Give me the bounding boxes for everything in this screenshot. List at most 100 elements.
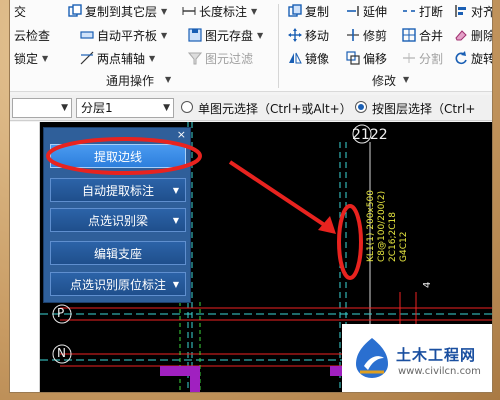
chevron-down-icon: ▼ (161, 6, 168, 16)
extend-icon (346, 4, 360, 18)
split-button[interactable]: 分割 (402, 49, 443, 67)
chevron-down-icon: ▼ (251, 6, 258, 16)
ribbon-item-label: 偏移 (363, 51, 388, 66)
button-label: 点选识别原位标注 (69, 277, 166, 292)
save-icon (188, 28, 202, 42)
side-mark: 4 (422, 281, 433, 288)
ribbon-item-label: 复制 (305, 4, 330, 19)
chevron-down-icon: ▼ (172, 279, 179, 289)
highlight-ellipse-overlay (46, 137, 202, 175)
chevron-down-icon: ▼ (172, 215, 179, 225)
break-icon (402, 4, 416, 18)
grid-label: 2122 (352, 127, 388, 143)
navigation-strip (10, 122, 40, 392)
beam-text: 2C16;2C18 (388, 212, 398, 262)
chevron-down-icon: ▼ (172, 185, 179, 195)
ribbon-item-label: 图元过滤 (205, 51, 254, 66)
axis-icon (80, 51, 94, 65)
ribbon-item-label: 复制到其它层 (85, 4, 158, 19)
extend-button[interactable]: 延伸 (346, 2, 387, 20)
ribbon-item-label: 旋转 (471, 51, 492, 66)
slab-icon (80, 28, 94, 42)
element-type-combo[interactable]: ▼ (12, 98, 72, 118)
pick-recognize-inplace-label-button[interactable]: 点选识别原位标注 ▼ (50, 272, 186, 296)
ribbon-item-label: 两点辅轴 (97, 51, 146, 66)
rotate-button[interactable]: 旋转 (454, 49, 492, 67)
chevron-down-icon: ▼ (161, 30, 168, 40)
group-label-modify: 修改 (372, 74, 397, 88)
ribbon-item-label: 图元存盘 (205, 28, 254, 43)
arrowhead (318, 216, 336, 234)
combo-value: 分层1 (81, 101, 113, 115)
pick-recognize-beam-button[interactable]: 点选识别梁 ▼ (50, 208, 186, 232)
ribbon-item-label: 长度标注 (199, 4, 248, 19)
auto-flush-slab-button[interactable]: 自动平齐板 ▼ (80, 26, 167, 44)
copy-button[interactable]: 复制 (288, 2, 329, 20)
ribbon-item-label: 分割 (419, 51, 444, 66)
single-element-radio-label: 单图元选择（Ctrl+或Alt+） (198, 102, 352, 116)
filter-icon (188, 51, 202, 65)
ribbon-item-label: 移动 (305, 28, 330, 43)
align-button[interactable]: 对齐 (454, 2, 492, 20)
ribbon-item-label: 自动平齐板 (97, 28, 158, 43)
copy-floor-icon (68, 4, 82, 18)
chevron-down-icon: ▼ (42, 53, 49, 63)
rotate-icon (454, 51, 468, 65)
eraser-icon (454, 28, 468, 42)
ribbon-item-label: 锁定 (14, 51, 39, 66)
dimension-icon (182, 4, 196, 18)
button-label: 自动提取标注 (81, 183, 154, 198)
watermark-title: 土木工程网 (396, 346, 477, 364)
annotation-arrow (228, 160, 328, 228)
mirror-button[interactable]: 镜像 (288, 49, 329, 67)
beam-annotation: KL1(1) 200x500 C8@100/200(2) 2C16;2C18 G… (366, 142, 410, 262)
merge-icon (402, 28, 416, 42)
layer-combo[interactable]: 分层1 ▼ (76, 98, 174, 118)
chevron-down-icon: ▼ (61, 103, 68, 113)
chevron-down-icon: ▼ (149, 53, 156, 63)
app-window: 交 复制到其它层 ▼ 长度标注 ▼ 复制 延伸 打断 对齐 云检查 自动平齐板 … (10, 0, 492, 392)
axis-label-n: N (57, 346, 66, 360)
group-label-common: 通用操作 (106, 74, 155, 88)
save-element-button[interactable]: 图元存盘 ▼ (188, 26, 263, 44)
trim-icon (346, 28, 360, 42)
beam-text: G4C12 (399, 231, 409, 262)
offset-button[interactable]: 偏移 (346, 49, 387, 67)
highlight-ellipse (337, 204, 363, 280)
move-icon (288, 28, 302, 42)
button-label: 编辑支座 (93, 246, 142, 261)
ribbon-item-label: 延伸 (363, 4, 388, 19)
beam-text: KL1(1) 200x500 (366, 190, 376, 262)
edit-support-button[interactable]: 编辑支座 (50, 241, 186, 265)
split-icon (402, 51, 416, 65)
beam-text: C8@100/200(2) (377, 190, 387, 262)
lock-button[interactable]: 锁定 ▼ (14, 49, 48, 67)
ribbon-item-label: 交 (14, 4, 27, 19)
break-button[interactable]: 打断 (402, 2, 443, 20)
ribbon-item-label: 云检查 (14, 28, 51, 43)
copy-to-floor-button[interactable]: 复制到其它层 ▼ (68, 2, 167, 20)
cloud-check-button[interactable]: 云检查 (14, 26, 50, 44)
ribbon-toolbar: 交 复制到其它层 ▼ 长度标注 ▼ 复制 延伸 打断 对齐 云检查 自动平齐板 … (10, 0, 492, 92)
trim-button[interactable]: 修剪 (346, 26, 387, 44)
ribbon-item-cut[interactable]: 交 (14, 2, 26, 20)
merge-button[interactable]: 合并 (402, 26, 443, 44)
ribbon-item-label: 修剪 (363, 28, 388, 43)
delete-button[interactable]: 删除 (454, 26, 492, 44)
by-layer-radio[interactable] (355, 101, 367, 113)
two-point-axis-button[interactable]: 两点辅轴 ▼ (80, 49, 155, 67)
by-layer-radio-label: 按图层选择（Ctrl+ (372, 102, 476, 116)
ribbon-item-label: 删除 (471, 28, 492, 43)
length-dimension-button[interactable]: 长度标注 ▼ (182, 2, 257, 20)
site-logo (356, 338, 388, 378)
single-element-radio[interactable] (181, 101, 193, 113)
filter-element-button[interactable]: 图元过滤 (188, 49, 253, 67)
auto-extract-label-button[interactable]: 自动提取标注 ▼ (50, 178, 186, 202)
column-section (190, 366, 200, 392)
align-icon (454, 4, 468, 18)
selection-filter-bar: ▼ 分层1 ▼ 单图元选择（Ctrl+或Alt+） 按图层选择（Ctrl+ (10, 95, 492, 121)
chevron-down-icon: ▼ (163, 103, 170, 113)
move-button[interactable]: 移动 (288, 26, 329, 44)
ribbon-item-label: 合并 (419, 28, 444, 43)
group-divider (278, 4, 279, 88)
